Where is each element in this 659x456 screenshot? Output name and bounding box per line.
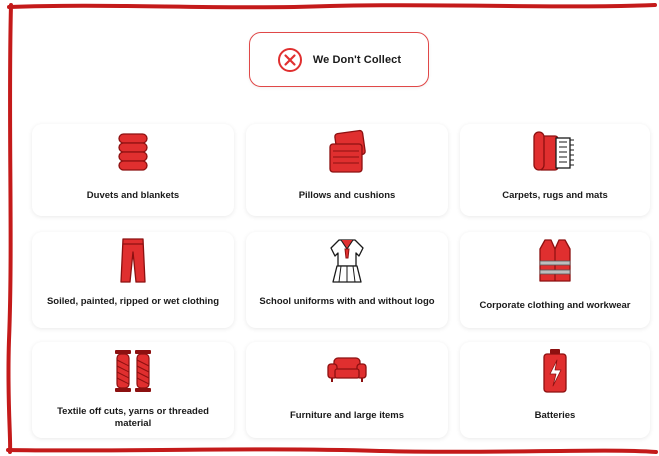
- item-card-textile-offcuts: Textile off cuts, yarns or threaded mate…: [32, 342, 234, 438]
- item-label: School uniforms with and without logo: [259, 296, 435, 307]
- item-label: Soiled, painted, ripped or wet clothing: [46, 296, 220, 307]
- hi-vis-vest-icon: [539, 239, 571, 282]
- badge-title: We Don't Collect: [312, 53, 402, 66]
- item-card-furniture: Furniture and large items: [246, 342, 448, 438]
- item-label: Duvets and blankets: [86, 190, 180, 201]
- item-label: Batteries: [534, 410, 576, 421]
- item-card-pillows: Pillows and cushions: [246, 124, 448, 216]
- item-card-soiled-clothing: Soiled, painted, ripped or wet clothing: [32, 232, 234, 328]
- sofa-icon: [327, 357, 367, 382]
- item-label: Pillows and cushions: [298, 190, 396, 201]
- carpet-roll-icon: [533, 131, 574, 171]
- item-card-corporate-clothing: Corporate clothing and workwear: [460, 232, 650, 328]
- item-card-duvets: Duvets and blankets: [32, 124, 234, 216]
- item-label: Textile off cuts, yarns or threaded mate…: [57, 406, 209, 429]
- x-circle-icon: [277, 47, 302, 72]
- item-label: Carpets, rugs and mats: [502, 190, 608, 201]
- item-label: Furniture and large items: [289, 410, 405, 421]
- duvet-icon: [118, 133, 148, 171]
- we-dont-collect-badge: We Don't Collect: [249, 32, 429, 87]
- trousers-icon: [120, 238, 146, 283]
- yarn-spools-icon: [115, 350, 151, 392]
- item-label: Corporate clothing and workwear: [479, 300, 631, 311]
- item-card-batteries: Batteries: [460, 342, 650, 438]
- battery-icon: [543, 349, 567, 393]
- pillow-icon: [329, 129, 366, 173]
- school-uniform-icon: [330, 239, 364, 283]
- item-card-carpets: Carpets, rugs and mats: [460, 124, 650, 216]
- item-card-school-uniforms: School uniforms with and without logo: [246, 232, 448, 328]
